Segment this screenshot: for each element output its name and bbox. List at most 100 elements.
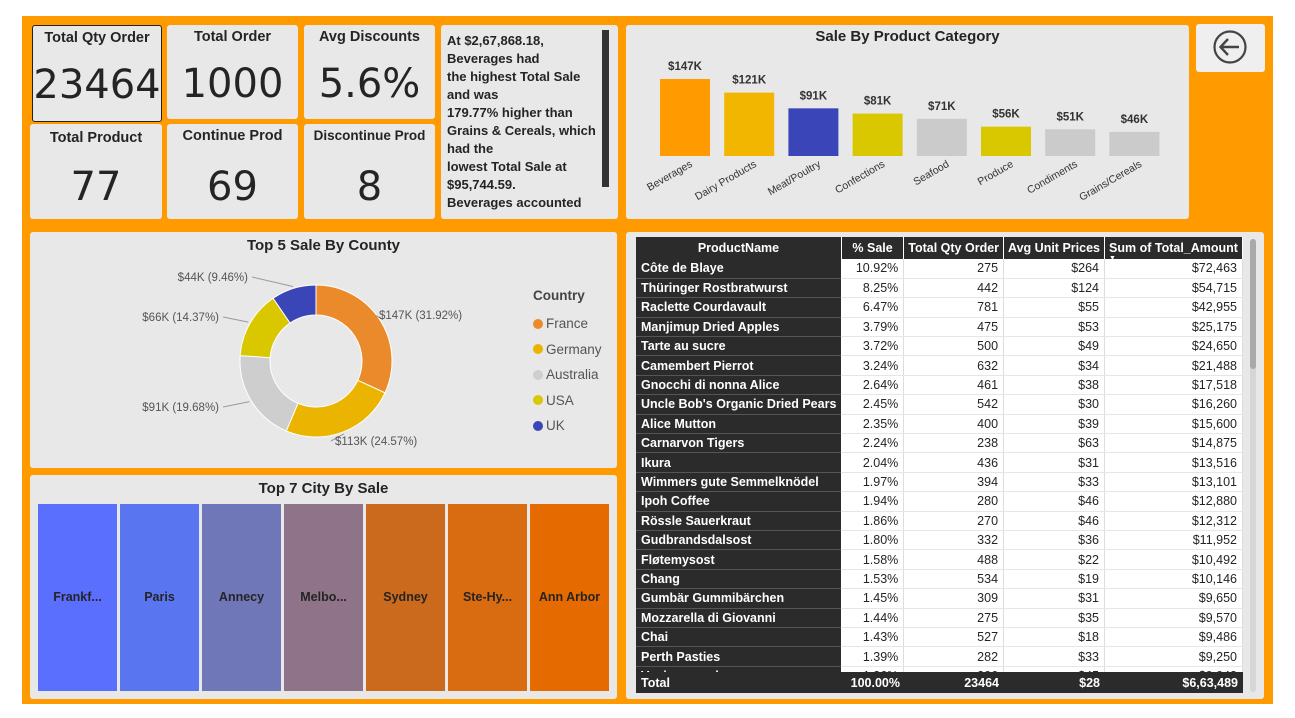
table-row[interactable]: Ikura 2.04% 436 $31 $13,516 (636, 452, 1243, 473)
leader-line (222, 401, 250, 408)
bar-meat-poultry[interactable] (788, 108, 839, 156)
x-tick-label: Meat/Poultry (766, 158, 824, 198)
city-tile[interactable]: Paris (120, 504, 199, 691)
category-bar-chart[interactable]: $147K Beverages $121K Dairy Products $91K Mea… (626, 25, 1189, 219)
table-cell: Perth Pasties (636, 646, 842, 667)
donut-slice-france[interactable] (315, 284, 393, 394)
table-row[interactable]: Tarte au sucre 3.72% 500 $49 $24,650 (636, 336, 1243, 357)
table-row[interactable]: Alice Mutton 2.35% 400 $39 $15,600 (636, 414, 1243, 435)
city-tile[interactable]: Sydney (366, 504, 445, 691)
legend-item-usa[interactable]: USA (533, 388, 602, 414)
column-header[interactable]: Sum of Total_Amount ▼ (1104, 237, 1243, 262)
table-row[interactable]: Fløtemysost 1.58% 488 $22 $10,492 (636, 549, 1243, 570)
column-header[interactable]: Total Qty Order (903, 237, 1005, 259)
table-cell: 488 (903, 549, 1005, 570)
sort-descending-icon[interactable]: ▼ (1109, 255, 1116, 262)
city-tile[interactable]: Annecy (202, 504, 281, 691)
legend-item-uk[interactable]: UK (533, 413, 602, 439)
legend-item-germany[interactable]: Germany (533, 337, 602, 363)
city-tile[interactable]: Melbo... (284, 504, 363, 691)
table-scrollbar-track[interactable] (1250, 239, 1256, 692)
legend-marker (533, 318, 543, 329)
country-donut-chart[interactable]: $147K (31.92%) $113K (24.57%) $91K (19.68%… (30, 232, 530, 468)
bar-seafood[interactable] (916, 118, 967, 156)
table-scrollbar-thumb[interactable] (1250, 239, 1256, 369)
table-cell: Gnocchi di nonna Alice (636, 375, 842, 396)
kpi-label: Total Product (49, 130, 143, 146)
table-cell: $53 (1003, 317, 1105, 338)
kpi-discontinue-prod[interactable]: Discontinue Prod 8 (304, 124, 435, 219)
table-row[interactable]: Ipoh Coffee 1.94% 280 $46 $12,880 (636, 491, 1243, 512)
table-row[interactable]: Gnocchi di nonna Alice 2.64% 461 $38 $17,518 (636, 375, 1243, 396)
table-row[interactable]: Uncle Bob's Organic Dried Pears 2.45% 542 $… (636, 394, 1243, 415)
smart-narrative[interactable]: At $2,67,868.18, Beverages had the highest… (441, 25, 618, 219)
donut-slice-australia[interactable] (239, 355, 299, 432)
narrative-scrollbar[interactable] (602, 30, 609, 187)
table-cell: $22 (1003, 549, 1105, 570)
kpi-value: 5.6% (318, 61, 421, 107)
table-cell: 275 (903, 608, 1005, 628)
city-tile-label: Melbo... (300, 590, 347, 604)
donut-data-label: $91K (19.68%) (142, 402, 219, 414)
table-row[interactable]: Manjimup Dried Apples 3.79% 475 $53 $25,175 (636, 317, 1243, 338)
table-row[interactable]: Mozzarella di Giovanni 1.44% 275 $35 $9,570 (636, 608, 1243, 628)
table-row[interactable]: Chai 1.43% 527 $18 $9,486 (636, 627, 1243, 648)
table-cell: Manjimup Dried Apples (636, 317, 842, 338)
x-tick-label: Produce (976, 158, 1016, 188)
table-row[interactable]: Rössle Sauerkraut 1.86% 270 $46 $12,312 (636, 511, 1243, 531)
table-row[interactable]: Raclette Courdavault 6.47% 781 $55 $42,955 (636, 297, 1243, 318)
back-button[interactable] (1196, 24, 1265, 72)
bar-confections[interactable] (852, 113, 903, 156)
table-row[interactable]: Gudbrandsdalsost 1.80% 332 $36 $11,952 (636, 530, 1243, 551)
kpi-total-qty-order[interactable]: Total Qty Order 23464 (32, 25, 162, 122)
table-cell: 542 (903, 394, 1005, 415)
table-total-row: Total 100.00% 23464 $28 $6,63,489 (636, 672, 1243, 693)
city-tile[interactable]: Frankf... (38, 504, 117, 691)
table-row[interactable]: Chang 1.53% 534 $19 $10,146 (636, 569, 1243, 590)
bar-dairy-products[interactable] (724, 92, 775, 156)
x-tick-label: Confections (833, 158, 887, 196)
table-cell: $31 (1003, 452, 1105, 473)
column-header[interactable]: Avg Unit Prices (1003, 237, 1105, 259)
bar-produce[interactable] (981, 126, 1031, 156)
column-header[interactable]: ProductName (636, 237, 842, 259)
table-row[interactable]: Wimmers gute Semmelknödel 1.97% 394 $33 $13,… (636, 472, 1243, 493)
narrative-line: At $2,67,868.18, (447, 33, 544, 48)
bar-condiments[interactable] (1045, 129, 1096, 156)
bar-beverages[interactable] (660, 79, 710, 156)
table-cell: $9,486 (1104, 627, 1243, 648)
table-cell: 1.86% (841, 511, 905, 531)
table-cell: $19 (1003, 569, 1105, 590)
kpi-total-order[interactable]: Total Order 1000 (167, 25, 298, 119)
table-cell: Ipoh Coffee (636, 491, 842, 512)
table-row[interactable]: Gumbär Gummibärchen 1.45% 309 $31 $9,650 (636, 588, 1243, 609)
table-cell: 2.35% (841, 414, 905, 435)
city-tile[interactable]: Ann Arbor (530, 504, 609, 691)
legend-item-australia[interactable]: Australia (533, 362, 602, 388)
table-row[interactable]: Thüringer Rostbratwurst 8.25% 442 $124 $54,7… (636, 278, 1243, 299)
table-cell: 332 (903, 530, 1005, 551)
table-row[interactable]: Côte de Blaye 10.92% 275 $264 $72,463 (636, 259, 1243, 279)
kpi-total-product[interactable]: Total Product 77 (30, 124, 162, 219)
table-cell: 270 (903, 511, 1005, 531)
table-cell: $34 (1003, 355, 1105, 376)
bar-grains-cereals[interactable] (1109, 131, 1160, 156)
table-row[interactable]: Carnarvon Tigers 2.24% 238 $63 $14,875 (636, 433, 1243, 454)
product-table-viewport[interactable]: ProductName% Sale Total Qty Order Avg Unit… (636, 237, 1243, 693)
kpi-value: 77 (70, 164, 122, 210)
table-cell: $33 (1003, 646, 1105, 667)
kpi-avg-discounts[interactable]: Avg Discounts 5.6% (304, 25, 435, 119)
table-row[interactable]: Perth Pasties 1.39% 282 $33 $9,250 (636, 646, 1243, 667)
donut-slice-germany[interactable] (285, 379, 386, 438)
city-treemap[interactable]: Frankf... Paris Annecy Melbo... Sydney Ste-Hy… (38, 504, 609, 691)
table-cell: $35 (1003, 608, 1105, 628)
column-header[interactable]: % Sale (841, 237, 905, 259)
table-cell: Rössle Sauerkraut (636, 511, 842, 531)
table-row[interactable]: Camembert Pierrot 3.24% 632 $34 $21,488 (636, 355, 1243, 376)
table-cell: $30 (1003, 394, 1105, 415)
city-tile[interactable]: Ste-Hy... (448, 504, 527, 691)
legend-item-france[interactable]: France (533, 311, 602, 337)
kpi-continue-prod[interactable]: Continue Prod 69 (167, 124, 298, 219)
narrative-line: lowest Total Sale at (447, 159, 567, 174)
kpi-label: Total Qty Order (44, 30, 150, 46)
